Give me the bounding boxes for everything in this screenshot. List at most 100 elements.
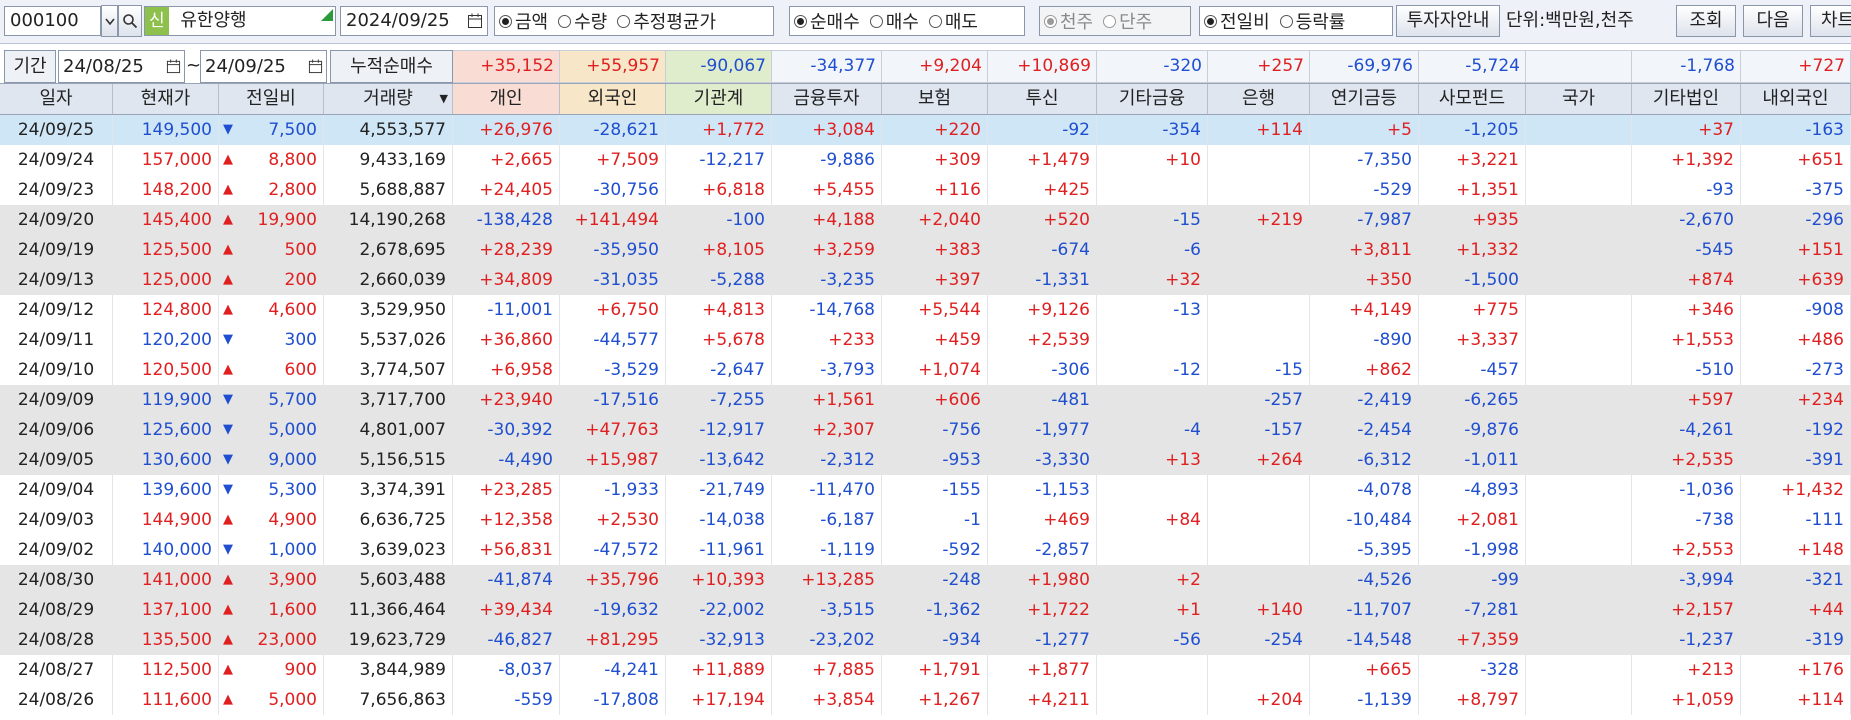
column-header-label: 보험 — [917, 88, 952, 109]
stock-name-field[interactable]: 신 유한양행 — [144, 6, 336, 36]
cell-0: 24/09/20 — [0, 205, 113, 235]
table-row[interactable]: 24/09/11 120,200 ▼ 300 5,537,026 +36,860 -44,5… — [0, 325, 1851, 355]
column-header-1[interactable]: 현재가 — [113, 84, 219, 114]
radio-estimated-average[interactable]: 추정평균가 — [617, 8, 716, 34]
table-row[interactable]: 24/09/20 145,400 ▲ 19,900 14,190,268 -138,428… — [0, 205, 1851, 235]
table-row[interactable]: 24/09/10 120,500 ▲ 600 3,774,507 +6,958 -3,529… — [0, 355, 1851, 385]
cell-13: -99 — [1419, 565, 1526, 595]
column-header-15[interactable]: 기타법인 — [1632, 84, 1741, 114]
column-header-4[interactable]: 개인 — [453, 84, 560, 114]
table-row[interactable]: 24/09/24 157,000 ▲ 8,800 9,433,169 +2,665 +7,5… — [0, 145, 1851, 175]
stock-code-input[interactable]: 000100 — [4, 6, 101, 36]
table-row[interactable]: 24/09/19 125,500 ▲ 500 2,678,695 +28,239 -35,9… — [0, 235, 1851, 265]
radio-change-rate[interactable]: 등락률 — [1279, 8, 1345, 34]
up-arrow-icon: ▲ — [223, 362, 233, 377]
column-header-14[interactable]: 국가 — [1526, 84, 1632, 114]
cell-7: +1,561 — [772, 385, 882, 415]
cell-5: +141,494 — [560, 205, 666, 235]
column-header-2[interactable]: 전일비 — [219, 84, 324, 114]
column-header-label: 외국인 — [587, 88, 638, 109]
radio-sell[interactable]: 매도 — [928, 8, 978, 34]
trade-type-radio-group: 순매수 매수 매도 — [789, 6, 1025, 36]
table-row[interactable]: 24/08/29 137,100 ▲ 1,600 11,366,464 +39,434 -1… — [0, 595, 1851, 625]
cell-10: -12 — [1097, 355, 1208, 385]
cell-1: 125,000 — [113, 265, 219, 295]
table-row[interactable]: 24/09/13 125,000 ▲ 200 2,660,039 +34,809 -31,0… — [0, 265, 1851, 295]
cell-5: -30,756 — [560, 175, 666, 205]
cell-9: -1,331 — [988, 265, 1097, 295]
cell-3: 6,636,725 — [324, 505, 453, 535]
period-from-input[interactable]: 24/08/25 — [58, 50, 185, 83]
cell-1: 120,200 — [113, 325, 219, 355]
cell-2: ▲ 1,600 — [219, 595, 324, 625]
table-row[interactable]: 24/09/23 148,200 ▲ 2,800 5,688,887 +24,405 -30… — [0, 175, 1851, 205]
column-header-5[interactable]: 외국인 — [560, 84, 666, 114]
radio-amount[interactable]: 금액 — [499, 8, 548, 34]
query-button[interactable]: 조회 — [1676, 5, 1736, 37]
radio-prev-day[interactable]: 전일비 — [1204, 8, 1270, 34]
cell-2: ▼ 5,300 — [219, 475, 324, 505]
column-header-0[interactable]: 일자 — [0, 84, 113, 114]
table-row[interactable]: 24/09/04 139,600 ▼ 5,300 3,374,391 +23,285 -1,… — [0, 475, 1851, 505]
search-icon[interactable] — [118, 5, 142, 37]
cell-4: -11,001 — [453, 295, 560, 325]
period-to-input[interactable]: 24/09/25 — [200, 50, 327, 83]
column-header-7[interactable]: 금융투자 — [772, 84, 882, 114]
calendar-icon[interactable] — [166, 59, 181, 74]
radio-quantity[interactable]: 수량 — [558, 8, 607, 34]
table-row[interactable]: 24/09/03 144,900 ▲ 4,900 6,636,725 +12,358 +2,… — [0, 505, 1851, 535]
table-row[interactable]: 24/09/02 140,000 ▼ 1,000 3,639,023 +56,831 -47… — [0, 535, 1851, 565]
radio-buy[interactable]: 매수 — [869, 8, 919, 34]
investor-guide-button[interactable]: 투자자안내 — [1396, 5, 1500, 37]
cell-2: ▲ 5,000 — [219, 685, 324, 715]
table-row[interactable]: 24/09/25 149,500 ▼ 7,500 4,553,577 +26,976 -28… — [0, 115, 1851, 145]
column-header-11[interactable]: 은행 — [1208, 84, 1310, 114]
table-row[interactable]: 24/09/06 125,600 ▼ 5,000 4,801,007 -30,392 +47… — [0, 415, 1851, 445]
cell-10 — [1097, 325, 1208, 355]
cell-12: +3,811 — [1310, 235, 1419, 265]
next-button[interactable]: 다음 — [1743, 5, 1803, 37]
calendar-icon[interactable] — [308, 59, 323, 74]
date-input[interactable]: 2024/09/25 — [340, 6, 488, 36]
cell-15: +874 — [1632, 265, 1741, 295]
cell-2: ▲ 4,600 — [219, 295, 324, 325]
cell-8: +220 — [882, 115, 988, 145]
column-header-10[interactable]: 기타금융 — [1097, 84, 1208, 114]
column-header-6[interactable]: 기관계 — [666, 84, 772, 114]
sort-dropdown-icon[interactable]: ▼ — [440, 84, 448, 114]
column-header-9[interactable]: 투신 — [988, 84, 1097, 114]
down-arrow-icon: ▼ — [223, 422, 233, 437]
cell-11 — [1208, 655, 1310, 685]
table-row[interactable]: 24/08/27 112,500 ▲ 900 3,844,989 -8,037 -4,241… — [0, 655, 1851, 685]
cell-3: 2,660,039 — [324, 265, 453, 295]
radio-single-shares[interactable]: 단주 — [1103, 8, 1152, 34]
chart-button[interactable]: 차트 — [1810, 5, 1851, 37]
cell-15: -4,261 — [1632, 415, 1741, 445]
column-header-3[interactable]: 거래량 ▼ — [324, 84, 453, 114]
table-row[interactable]: 24/08/28 135,500 ▲ 23,000 19,623,729 -46,827 +… — [0, 625, 1851, 655]
change-value: 5,300 — [268, 480, 317, 500]
table-row[interactable]: 24/09/09 119,900 ▼ 5,700 3,717,700 +23,940 -17… — [0, 385, 1851, 415]
cell-2: ▲ 900 — [219, 655, 324, 685]
table-row[interactable]: 24/09/12 124,800 ▲ 4,600 3,529,950 -11,001 +6,… — [0, 295, 1851, 325]
radio-net-buy[interactable]: 순매수 — [794, 8, 860, 34]
cell-1: 120,500 — [113, 355, 219, 385]
period-tilde: ~ — [186, 55, 200, 76]
cell-3: 14,190,268 — [324, 205, 453, 235]
cell-0: 24/09/02 — [0, 535, 113, 565]
column-header-12[interactable]: 연기금등 — [1310, 84, 1419, 114]
cell-6: +6,818 — [666, 175, 772, 205]
chevron-down-icon[interactable] — [101, 5, 118, 37]
calendar-icon[interactable] — [467, 13, 483, 29]
radio-thousand-shares[interactable]: 천주 — [1044, 8, 1093, 34]
column-header-8[interactable]: 보험 — [882, 84, 988, 114]
cell-8: +5,544 — [882, 295, 988, 325]
table-row[interactable]: 24/08/26 111,600 ▲ 5,000 7,656,863 -559 -17,80… — [0, 685, 1851, 715]
cell-8: +606 — [882, 385, 988, 415]
column-header-16[interactable]: 내외국인 — [1741, 84, 1851, 114]
table-row[interactable]: 24/09/05 130,600 ▼ 9,000 5,156,515 -4,490 +15,… — [0, 445, 1851, 475]
cell-14 — [1526, 595, 1632, 625]
cell-4: +23,940 — [453, 385, 560, 415]
column-header-13[interactable]: 사모펀드 — [1419, 84, 1526, 114]
table-row[interactable]: 24/08/30 141,000 ▲ 3,900 5,603,488 -41,874 +35… — [0, 565, 1851, 595]
